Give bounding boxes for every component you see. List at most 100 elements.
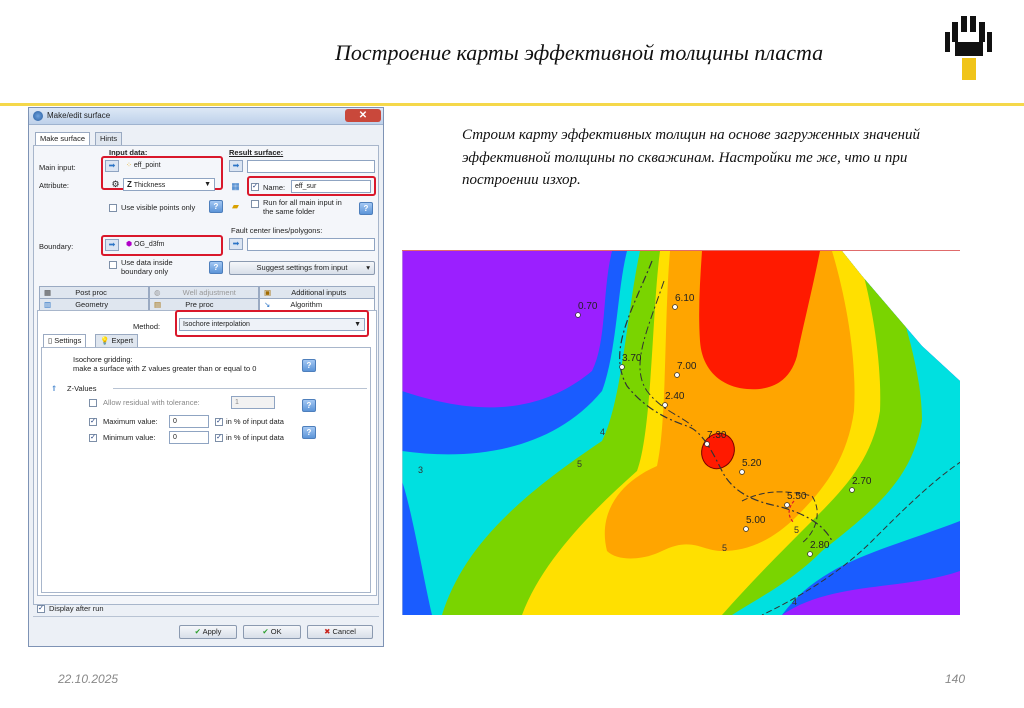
- isochore-title: Isochore gridding:: [73, 355, 133, 364]
- petrel-app-icon: [33, 111, 43, 121]
- well-label: 5.00: [746, 515, 766, 526]
- subtab-settings[interactable]: ▯ Settings: [43, 334, 87, 347]
- result-surface-header: Result surface:: [229, 148, 284, 157]
- contour-label: 5: [794, 525, 799, 535]
- display-after-run-label: Display after run: [49, 604, 104, 613]
- ok-button[interactable]: ✔ OK: [243, 625, 301, 639]
- effective-thickness-map: 0.70 6.10 3.70 7.00 2.40 7.30 5.20 2.70 5.50 5.00…: [402, 251, 960, 615]
- tab-pre-proc-label: Pre proc: [185, 300, 214, 309]
- tab-hints[interactable]: Hints: [95, 132, 123, 145]
- well-point: [784, 502, 790, 508]
- well-point: [619, 364, 625, 370]
- attribute-combo[interactable]: Z Thickness ▼: [123, 178, 215, 191]
- ok-label: OK: [270, 627, 282, 636]
- help-button-minmax[interactable]: ?: [302, 426, 316, 439]
- max-pct-label: in % of input data: [226, 417, 284, 426]
- use-visible-points-checkbox[interactable]: [109, 204, 117, 212]
- slide-title: Построение карты эффективной толщины пла…: [335, 40, 824, 65]
- tolerance-input[interactable]: 1: [231, 396, 275, 409]
- well-point: [739, 469, 745, 475]
- zvalues-label: Z-Values: [67, 384, 97, 393]
- help-button-residual[interactable]: ?: [302, 399, 316, 412]
- grid-icon: ▦: [44, 288, 52, 297]
- dialog-titlebar[interactable]: Make/edit surface ✕: [29, 108, 383, 125]
- close-icon: ✖: [324, 627, 331, 636]
- well-label: 2.40: [665, 391, 685, 402]
- geometry-icon: ▥: [44, 300, 52, 309]
- tab-make-surface[interactable]: Make surface: [35, 132, 91, 145]
- allow-residual-checkbox[interactable]: [89, 399, 97, 407]
- well-label: 3.70: [622, 353, 642, 364]
- subtab-settings-label: Settings: [54, 336, 82, 345]
- isochore-desc: make a surface with Z values greater tha…: [73, 364, 257, 373]
- boundary-highlight: [101, 235, 223, 256]
- result-surface-field[interactable]: [247, 160, 375, 173]
- footer-date: 22.10.2025: [58, 672, 119, 686]
- result-arrow-button[interactable]: ➡: [229, 160, 243, 172]
- tab-algorithm-label: Algorithm: [290, 300, 323, 309]
- contour-label: 4: [600, 427, 605, 437]
- use-data-inside-checkbox[interactable]: [109, 261, 117, 269]
- subtab-expert[interactable]: 💡 Expert: [95, 334, 139, 347]
- tab-well-adjustment-label: Well adjustment: [182, 288, 236, 297]
- check-icon: ✔: [194, 627, 201, 636]
- well-label: 2.80: [810, 540, 830, 551]
- contour-label: 3: [418, 465, 423, 475]
- tab-additional-inputs-label: Additional inputs: [291, 288, 347, 297]
- max-value-input[interactable]: 0: [169, 415, 209, 428]
- folder-icon: ▰: [232, 201, 239, 211]
- layers-icon: ▣: [264, 288, 272, 297]
- close-button[interactable]: ✕: [345, 109, 381, 122]
- run-all-checkbox[interactable]: [251, 200, 259, 208]
- min-value-checkbox[interactable]: ✓: [89, 434, 97, 442]
- help-button-result[interactable]: ?: [359, 202, 373, 215]
- well-point: [672, 304, 678, 310]
- collapse-icon[interactable]: ⇑: [51, 384, 57, 393]
- cancel-button[interactable]: ✖ Cancel: [307, 625, 373, 639]
- well-point: [807, 551, 813, 557]
- well-point: [704, 441, 710, 447]
- dialog-title: Make/edit surface: [47, 111, 111, 120]
- bulb-icon: 💡: [100, 336, 110, 345]
- min-pct-label: in % of input data: [226, 433, 284, 442]
- well-label: 2.70: [852, 476, 872, 487]
- well-label: 0.70: [578, 301, 598, 312]
- well-label: 7.00: [677, 361, 697, 372]
- display-after-run-checkbox[interactable]: ✓: [37, 605, 45, 613]
- chevron-down-icon: ▾: [366, 263, 370, 272]
- fault-label: Fault center lines/polygons:: [231, 226, 323, 235]
- help-button-isochore[interactable]: ?: [302, 359, 316, 372]
- contour-label: 4: [792, 597, 797, 607]
- well-point: [743, 526, 749, 532]
- method-label: Method:: [133, 322, 161, 331]
- check-icon: ✔: [262, 627, 269, 636]
- max-pct-checkbox[interactable]: ✓: [215, 418, 223, 426]
- min-value-label: Minimum value:: [103, 433, 156, 442]
- attribute-label: Attribute:: [39, 181, 70, 190]
- help-button-boundary[interactable]: ?: [209, 261, 223, 274]
- slide-description: Строим карту эффективных толщин на основ…: [462, 127, 920, 188]
- fault-input[interactable]: [247, 238, 375, 251]
- well-icon: ◍: [154, 288, 161, 297]
- apply-button[interactable]: ✔ Apply: [179, 625, 237, 639]
- well-point: [662, 402, 668, 408]
- button-bar-divider: [33, 616, 379, 617]
- max-value-label: Maximum value:: [103, 417, 158, 426]
- attribute-icon: ⚙: [111, 179, 120, 189]
- cancel-label: Cancel: [332, 627, 356, 636]
- min-pct-checkbox[interactable]: ✓: [215, 434, 223, 442]
- document-icon: ▯: [48, 336, 53, 345]
- name-highlight: [247, 176, 376, 196]
- well-label: 5.20: [742, 458, 762, 469]
- help-button-input[interactable]: ?: [209, 200, 223, 213]
- make-edit-surface-dialog: Make/edit surface ✕ Make surface Hints I…: [28, 107, 384, 647]
- fault-arrow-button[interactable]: ➡: [229, 238, 243, 250]
- min-value-input[interactable]: 0: [169, 431, 209, 444]
- subtab-expert-label: Expert: [111, 336, 134, 345]
- tab-post-proc-label: Post proc: [75, 288, 107, 297]
- well-point: [674, 372, 680, 378]
- suggest-settings-label: Suggest settings from input: [256, 263, 348, 272]
- suggest-settings-button[interactable]: Suggest settings from input ▾: [229, 261, 375, 275]
- max-value-checkbox[interactable]: ✓: [89, 418, 97, 426]
- contour-label: 5: [577, 459, 582, 469]
